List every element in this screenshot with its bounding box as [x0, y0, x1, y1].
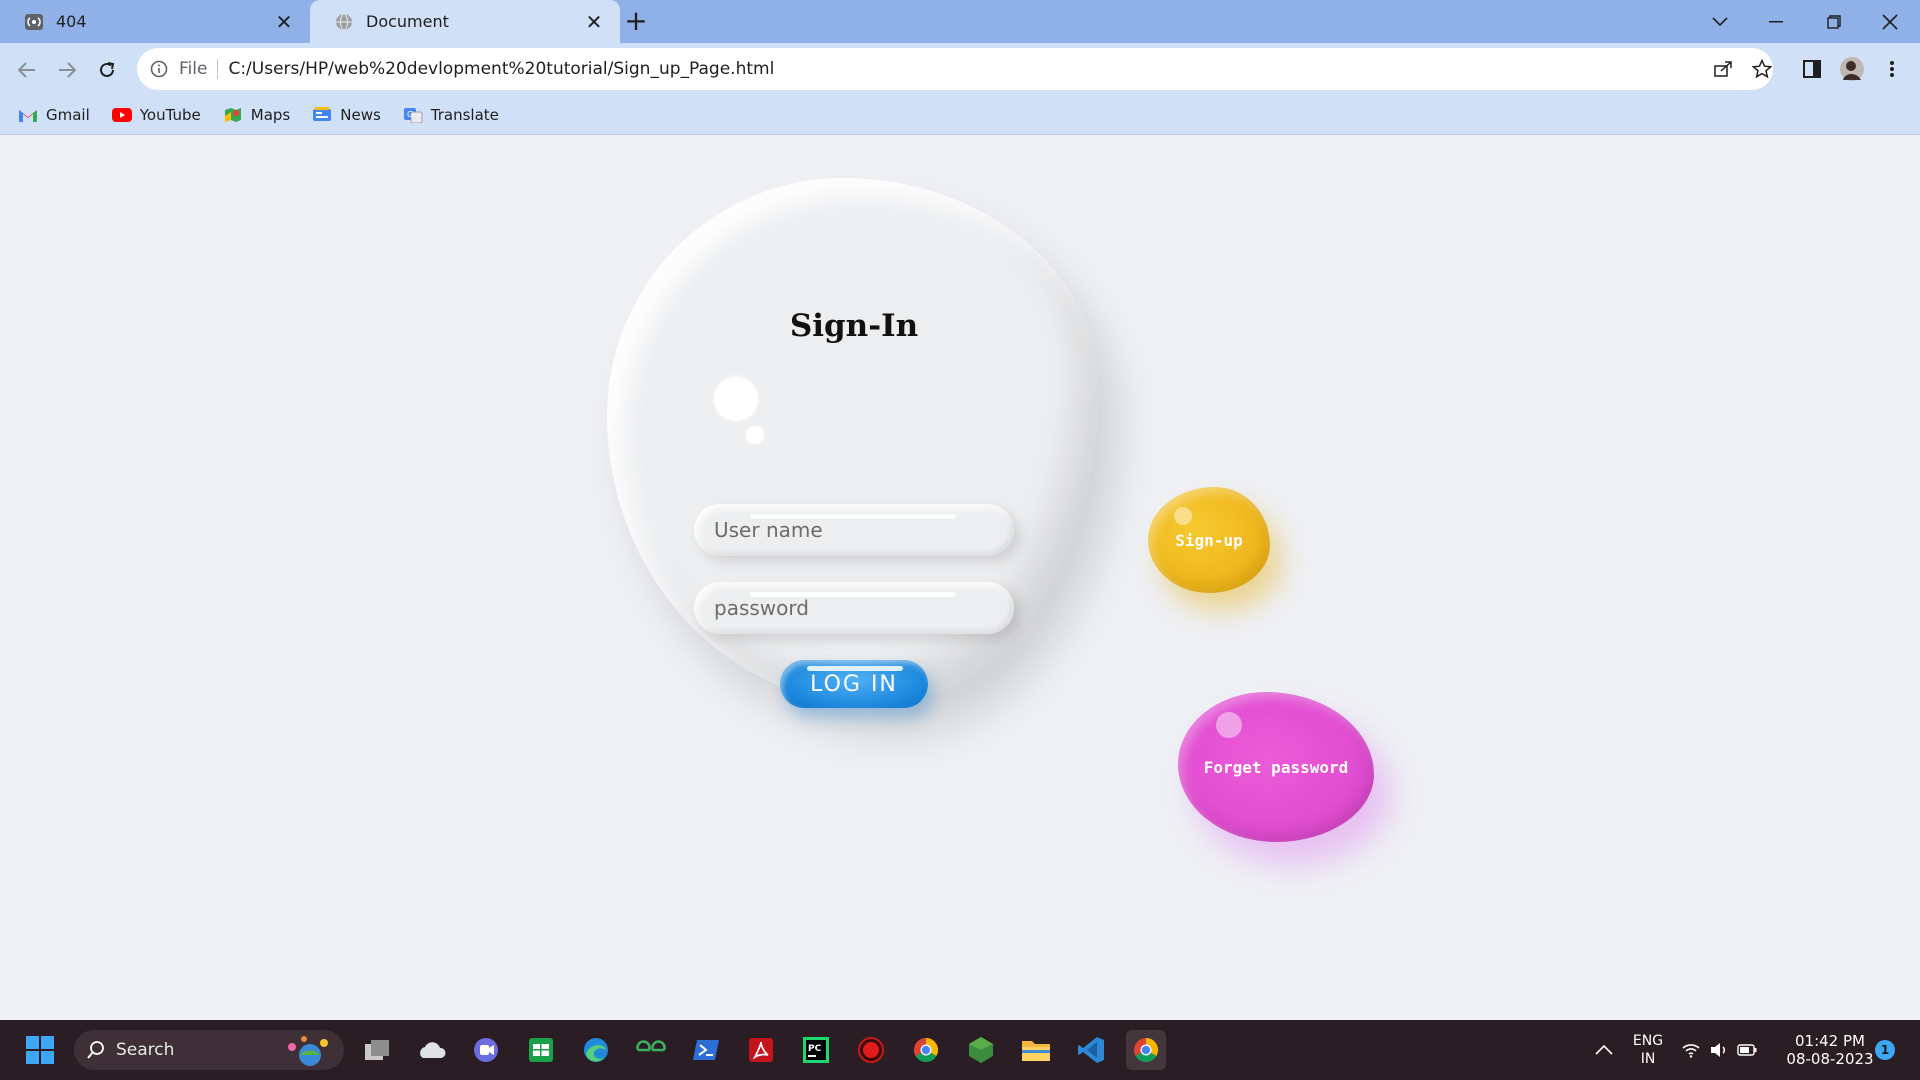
translate-icon: G	[403, 107, 423, 123]
tab-strip: 404 ✕ Document ✕ +	[0, 0, 1920, 43]
side-panel-icon[interactable]	[1796, 53, 1828, 85]
tab-404[interactable]: 404 ✕	[0, 0, 310, 43]
password-input[interactable]	[694, 582, 1014, 634]
search-highlight-icon	[288, 1036, 328, 1066]
podcast-icon	[25, 13, 43, 30]
language-code: ENG	[1632, 1033, 1664, 1049]
bookmark-translate[interactable]: G Translate	[403, 106, 499, 124]
search-icon	[87, 1041, 104, 1059]
tab-document[interactable]: Document ✕	[310, 0, 620, 43]
task-view-icon[interactable]	[357, 1030, 397, 1070]
nodejs-icon[interactable]	[961, 1030, 1001, 1070]
show-hidden-icons-chevron[interactable]	[1584, 1030, 1624, 1070]
page-title: Sign-In	[789, 308, 919, 344]
bookmark-news[interactable]: News	[312, 106, 381, 124]
bookmark-maps[interactable]: Maps	[223, 106, 290, 124]
menu-kebab-icon[interactable]	[1876, 53, 1908, 85]
username-input[interactable]	[694, 504, 1014, 556]
url-text[interactable]: C:/Users/HP/web%20devlopment%20tutorial/…	[228, 59, 774, 79]
tab-title: Document	[366, 12, 449, 31]
search-label: Search	[116, 1040, 175, 1060]
youtube-icon	[111, 107, 132, 122]
chrome-active-icon[interactable]	[1126, 1030, 1166, 1070]
decorative-bubble	[714, 377, 758, 421]
vscode-icon[interactable]	[1071, 1030, 1111, 1070]
bookmarks-bar: Gmail YouTube Maps News G Translate	[0, 95, 1920, 135]
tab-title: 404	[56, 12, 87, 31]
clock-date: 08-08-2023	[1786, 1050, 1874, 1068]
globe-icon	[336, 12, 352, 31]
recorder-icon[interactable]	[851, 1030, 891, 1070]
divider	[217, 59, 219, 79]
login-label: LOG IN	[810, 671, 898, 697]
blob-highlight	[1216, 712, 1242, 738]
bookmark-label: Translate	[430, 105, 499, 124]
blob-highlight	[1174, 507, 1192, 525]
bookmark-label: News	[340, 105, 381, 124]
bookmark-gmail[interactable]: Gmail	[18, 106, 90, 124]
forgot-label: Forget password	[1203, 757, 1349, 777]
bookmark-label: Maps	[250, 105, 291, 124]
signup-button[interactable]: Sign-up	[1148, 487, 1270, 593]
language-indicator[interactable]: ENG IN	[1620, 1032, 1676, 1068]
gmail-icon	[19, 109, 37, 122]
input-highlight	[750, 514, 956, 519]
info-icon[interactable]	[149, 59, 169, 79]
share-icon[interactable]	[1707, 53, 1739, 85]
input-highlight	[750, 592, 956, 597]
svg-text:G: G	[407, 110, 413, 119]
sheets-icon[interactable]	[521, 1030, 561, 1070]
close-tab-icon[interactable]: ✕	[274, 10, 294, 34]
weather-icon[interactable]	[412, 1030, 452, 1070]
taskbar: Search PC ENG IN 01:42 PM 08-08-2023 1	[0, 1020, 1920, 1080]
tab-search-icon[interactable]	[1692, 0, 1748, 43]
teams-icon[interactable]	[466, 1030, 506, 1070]
forward-button[interactable]	[52, 55, 82, 85]
browser-toolbar: File C:/Users/HP/web%20devlopment%20tuto…	[0, 43, 1920, 95]
volume-icon[interactable]	[1706, 1030, 1732, 1070]
close-tab-icon[interactable]: ✕	[584, 10, 604, 34]
profile-avatar[interactable]	[1836, 53, 1868, 85]
bookmark-label: YouTube	[139, 105, 201, 124]
button-highlight	[807, 666, 903, 671]
powershell-icon[interactable]	[686, 1030, 726, 1070]
url-scheme: File	[179, 59, 208, 79]
file-explorer-icon[interactable]	[1016, 1030, 1056, 1070]
back-button[interactable]	[12, 55, 42, 85]
taskbar-search[interactable]: Search	[74, 1030, 344, 1070]
geeksforgeeks-icon[interactable]	[631, 1030, 671, 1070]
svg-text:PC: PC	[808, 1044, 822, 1054]
clock[interactable]: 01:42 PM 08-08-2023	[1772, 1032, 1888, 1068]
acrobat-icon[interactable]	[741, 1030, 781, 1070]
chrome-icon[interactable]	[906, 1030, 946, 1070]
close-window-button[interactable]	[1862, 0, 1918, 43]
maps-icon	[224, 107, 241, 122]
minimize-button[interactable]	[1748, 0, 1804, 43]
edge-icon[interactable]	[576, 1030, 616, 1070]
wifi-icon[interactable]	[1678, 1030, 1704, 1070]
signup-label: Sign-up	[1175, 530, 1243, 550]
start-button[interactable]	[20, 1030, 60, 1070]
battery-icon[interactable]	[1734, 1030, 1760, 1070]
news-icon	[313, 106, 332, 121]
bookmark-youtube[interactable]: YouTube	[111, 105, 201, 124]
region-code: IN	[1640, 1051, 1656, 1067]
restore-button[interactable]	[1806, 0, 1862, 43]
bookmark-star-icon[interactable]	[1746, 53, 1778, 85]
reload-button[interactable]	[92, 55, 122, 85]
pycharm-icon[interactable]: PC	[796, 1030, 836, 1070]
bookmark-label: Gmail	[46, 105, 90, 124]
login-button[interactable]: LOG IN	[780, 660, 928, 708]
new-tab-button[interactable]: +	[620, 6, 652, 38]
address-bar[interactable]: File C:/Users/HP/web%20devlopment%20tuto…	[137, 48, 1773, 90]
decorative-bubble	[746, 426, 764, 444]
notification-badge[interactable]: 1	[1875, 1040, 1895, 1060]
clock-time: 01:42 PM	[1795, 1032, 1865, 1050]
